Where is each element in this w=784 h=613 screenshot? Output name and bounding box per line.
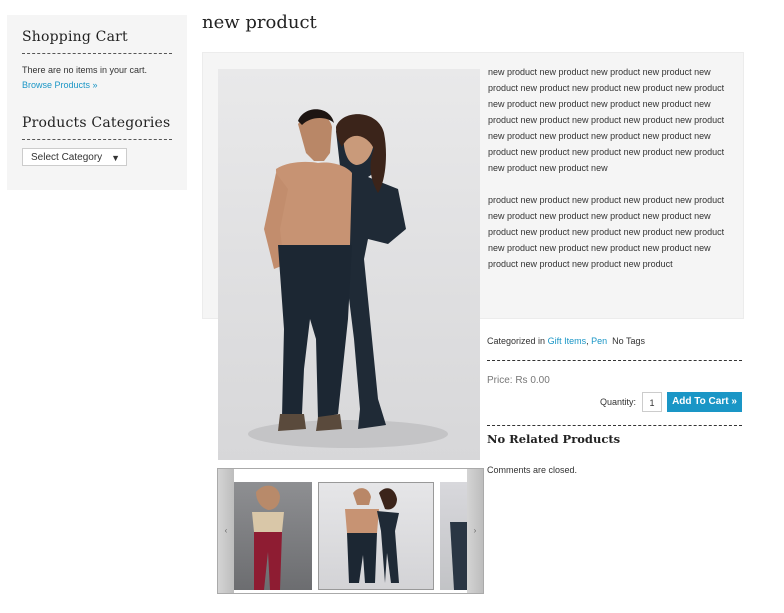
- category-separator: ,: [586, 336, 589, 346]
- categorized-label: Categorized in: [487, 336, 546, 346]
- thumbnail-illustration: [450, 522, 468, 590]
- comments-closed-text: Comments are closed.: [487, 465, 578, 475]
- categories-widget-title: Products Categories: [22, 115, 171, 131]
- carousel-prev-icon[interactable]: ‹: [218, 469, 234, 593]
- product-main-image[interactable]: [218, 69, 480, 460]
- product-description: new product new product new product new …: [488, 64, 733, 288]
- thumbnail-illustration: [252, 485, 284, 590]
- chevron-down-icon: ▼: [111, 153, 120, 163]
- category-select[interactable]: Select Category ▼: [22, 148, 127, 166]
- category-select-label: Select Category: [31, 152, 103, 163]
- thumbnail-image[interactable]: [234, 482, 312, 590]
- divider: [22, 139, 172, 140]
- browse-products-link[interactable]: Browse Products »: [22, 80, 98, 90]
- thumbnail-image-selected[interactable]: [318, 482, 434, 590]
- price-text: Price: Rs 0.00: [487, 375, 550, 386]
- thumbnail-image[interactable]: [440, 482, 470, 590]
- category-link-pen[interactable]: Pen: [591, 336, 607, 346]
- related-products-heading: No Related Products: [487, 432, 621, 446]
- description-paragraph: product new product new product new prod…: [488, 195, 725, 269]
- thumbnail-illustration: [345, 488, 399, 583]
- product-meta: Categorized in Gift Items, Pen No Tags: [487, 336, 645, 346]
- page-title: new product: [202, 12, 317, 33]
- product-photo-illustration: [248, 109, 448, 448]
- carousel-next-icon[interactable]: ›: [467, 469, 483, 593]
- divider: [487, 360, 742, 361]
- category-link-gift-items[interactable]: Gift Items: [548, 336, 587, 346]
- add-to-cart-button[interactable]: Add To Cart »: [667, 392, 742, 412]
- description-paragraph: new product new product new product new …: [488, 67, 725, 173]
- tags-text: No Tags: [612, 336, 645, 346]
- divider: [22, 53, 172, 54]
- sidebar: Shopping Cart There are no items in your…: [7, 15, 187, 190]
- cart-widget-title: Shopping Cart: [22, 29, 128, 45]
- quantity-label: Quantity:: [600, 397, 637, 407]
- divider: [487, 425, 742, 426]
- quantity-input[interactable]: 1: [642, 392, 662, 412]
- thumbnail-carousel: ‹ ›: [217, 468, 484, 594]
- cart-empty-text: There are no items in your cart.: [22, 65, 148, 75]
